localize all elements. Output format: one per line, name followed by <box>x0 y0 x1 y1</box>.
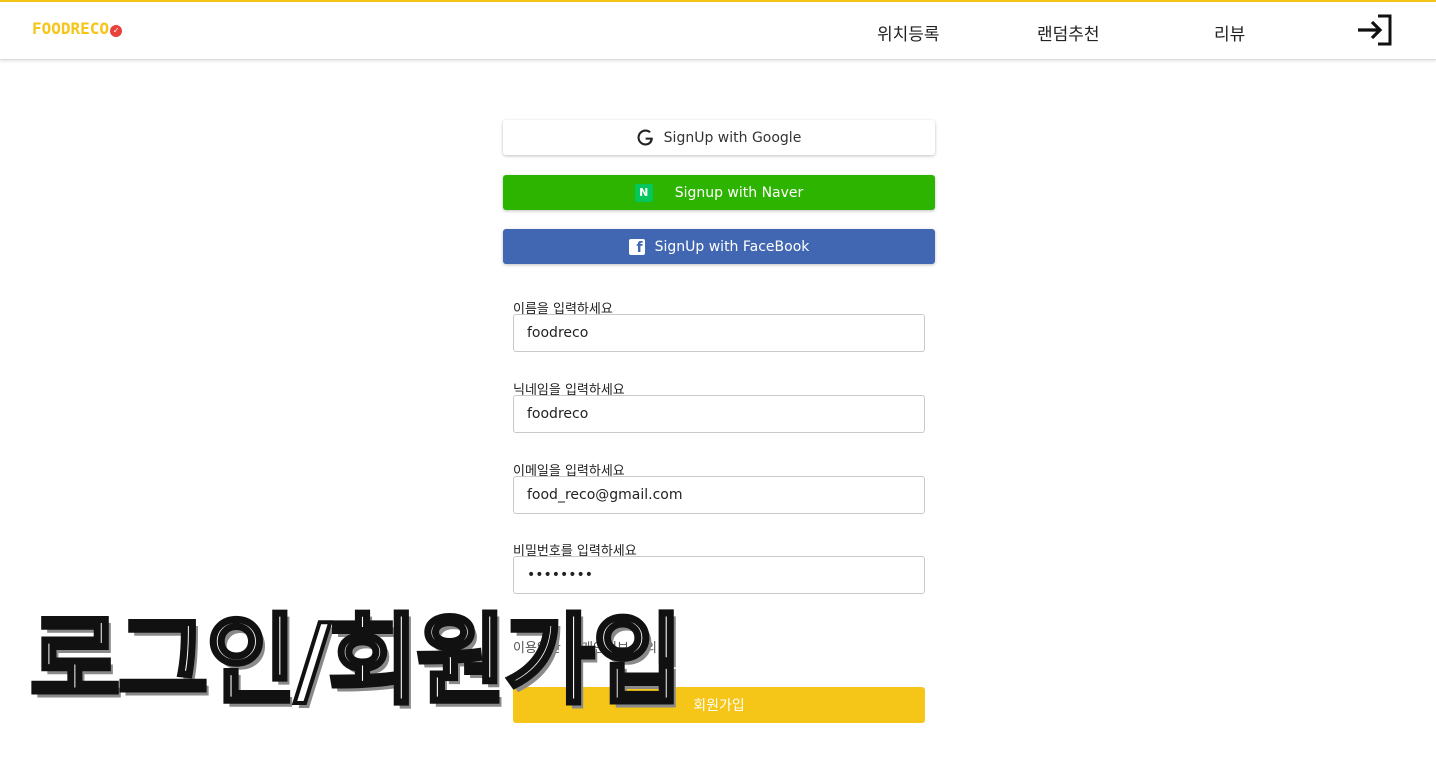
name-field[interactable] <box>513 314 925 352</box>
nav-item-location[interactable]: 위치등록 <box>877 20 940 45</box>
app-header: FOODRECO ✓ 위치등록 랜덤추천 리뷰 <box>0 2 1436 60</box>
login-icon[interactable] <box>1356 13 1394 47</box>
naver-signup-label: Signup with Naver <box>674 184 804 201</box>
google-signup-label: SignUp with Google <box>663 129 802 146</box>
google-signup-button[interactable]: SignUp with Google <box>503 120 935 155</box>
nickname-field[interactable] <box>513 395 925 433</box>
logo-text: FOODRECO <box>32 19 110 38</box>
brand-logo[interactable]: FOODRECO ✓ <box>32 19 123 38</box>
overlay-caption-title: 로그인/회원가입 <box>28 604 685 718</box>
naver-icon: N <box>634 183 653 202</box>
naver-signup-button[interactable]: N Signup with Naver <box>503 175 935 210</box>
email-field[interactable] <box>513 476 925 514</box>
google-icon <box>637 129 654 146</box>
facebook-signup-label: SignUp with FaceBook <box>654 238 810 255</box>
password-field[interactable] <box>513 556 925 594</box>
facebook-icon: f <box>628 238 645 255</box>
signup-submit-label: 회원가입 <box>693 698 745 714</box>
nav-item-review[interactable]: 리뷰 <box>1214 20 1245 45</box>
facebook-signup-button[interactable]: f SignUp with FaceBook <box>503 229 935 264</box>
nav-item-random[interactable]: 랜덤추천 <box>1037 20 1100 45</box>
check-badge-icon: ✓ <box>110 25 123 37</box>
